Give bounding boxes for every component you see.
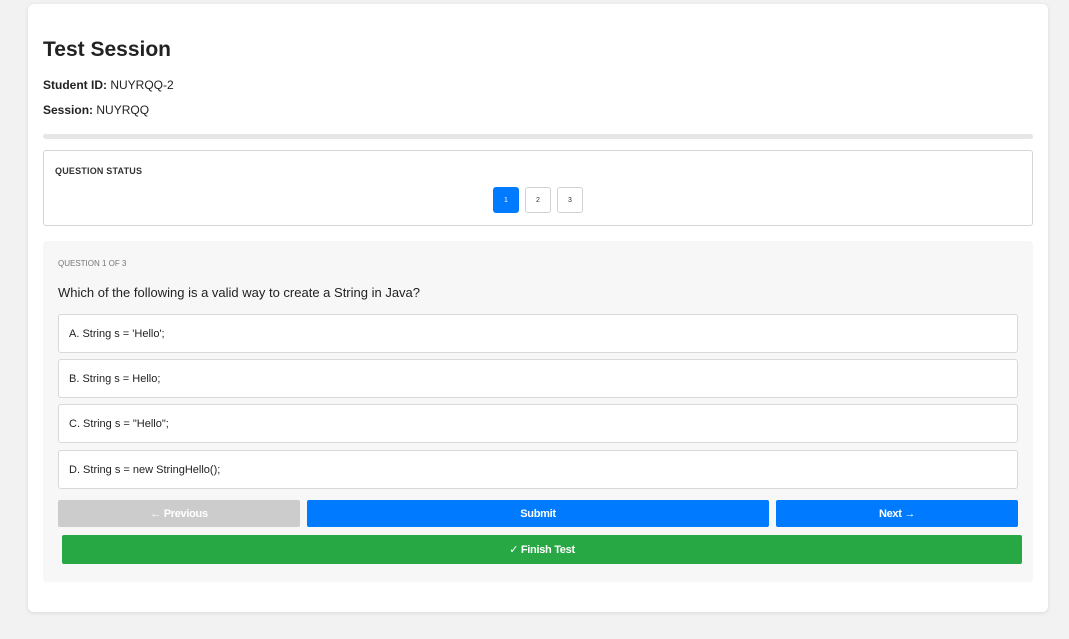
- answer-option-d[interactable]: D. String s = new StringHello();: [58, 450, 1018, 489]
- answer-option-b[interactable]: B. String s = Hello;: [58, 359, 1018, 398]
- student-id-label: Student ID:: [43, 78, 107, 92]
- student-id-value: NUYRQQ-2: [110, 78, 174, 92]
- question-status-panel: QUESTION STATUS 1 2 3: [43, 150, 1033, 226]
- next-button[interactable]: Next →: [776, 500, 1018, 527]
- question-navigator: 1 2 3: [44, 187, 1032, 213]
- previous-button[interactable]: ← Previous: [58, 500, 300, 527]
- page-title: Test Session: [43, 38, 171, 61]
- session-row: Session: NUYRQQ: [43, 103, 149, 117]
- question-panel: QUESTION 1 OF 3 Which of the following i…: [43, 241, 1033, 582]
- test-session-card: Test Session Student ID: NUYRQQ-2 Sessio…: [28, 4, 1048, 612]
- question-status-title: QUESTION STATUS: [55, 166, 143, 176]
- answer-option-a[interactable]: A. String s = 'Hello';: [58, 314, 1018, 353]
- question-nav-button-3[interactable]: 3: [557, 187, 583, 213]
- question-nav-button-1[interactable]: 1: [493, 187, 519, 213]
- question-text: Which of the following is a valid way to…: [58, 285, 421, 300]
- session-value: NUYRQQ: [96, 103, 150, 117]
- student-id-row: Student ID: NUYRQQ-2: [43, 78, 174, 92]
- question-nav-button-2[interactable]: 2: [525, 187, 551, 213]
- progress-divider: [43, 134, 1033, 139]
- session-label: Session:: [43, 103, 94, 117]
- answer-option-c[interactable]: C. String s = "Hello";: [58, 404, 1018, 443]
- question-counter: QUESTION 1 OF 3: [58, 259, 127, 268]
- submit-button[interactable]: Submit: [307, 500, 769, 527]
- finish-test-button[interactable]: ✓ Finish Test: [62, 535, 1022, 564]
